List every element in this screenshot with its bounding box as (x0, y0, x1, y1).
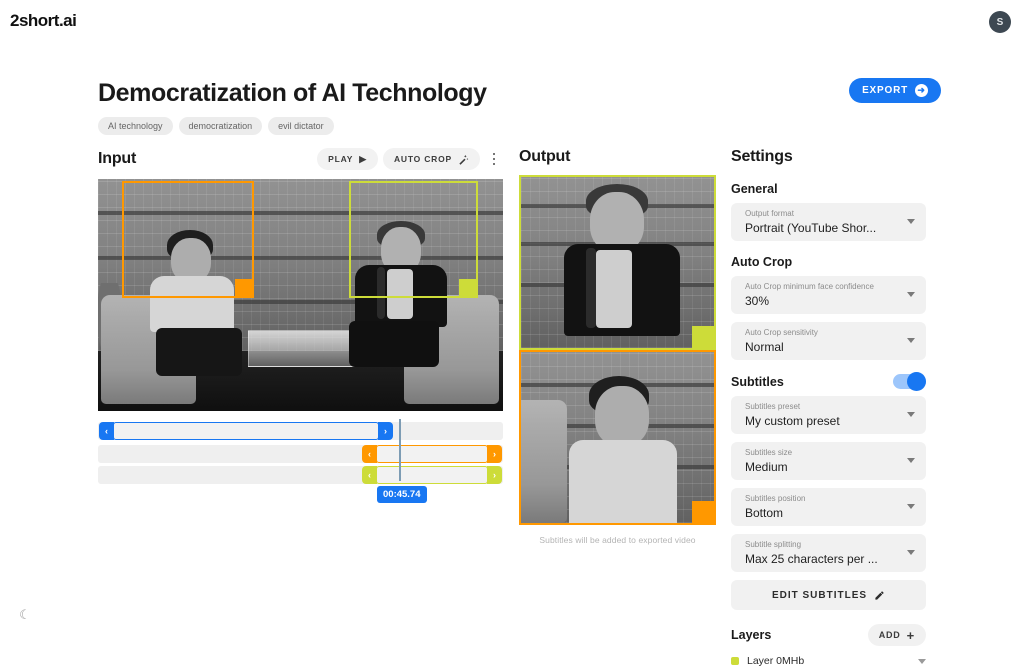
subtitles-toggle[interactable] (893, 374, 926, 389)
edit-subtitles-label: EDIT SUBTITLES (772, 590, 867, 601)
range-grip-right[interactable]: › (487, 445, 502, 463)
input-video-preview[interactable] (98, 179, 503, 411)
field-output-format[interactable]: Output format Portrait (YouTube Shor... (731, 203, 926, 241)
section-general-title: General (731, 182, 926, 196)
settings-heading: Settings (731, 148, 926, 166)
field-value: Portrait (YouTube Shor... (745, 219, 898, 237)
input-header-row: Input PLAY ▶ AUTO CROP (98, 148, 503, 170)
field-value: Max 25 characters per ... (745, 550, 898, 568)
output-caption: Subtitles will be added to exported vide… (519, 535, 716, 545)
timeline-range-main[interactable]: ‹ › (113, 422, 379, 440)
auto-crop-label: AUTO CROP (394, 154, 452, 164)
play-button[interactable]: PLAY ▶ (317, 148, 378, 170)
export-button[interactable]: EXPORT ➜ (849, 78, 941, 103)
section-layers-header: Layers ADD + (731, 624, 926, 646)
tag-list: AI technology democratization evil dicta… (98, 117, 334, 135)
field-value: My custom preset (745, 412, 898, 430)
range-grip-right[interactable]: › (487, 466, 502, 484)
field-label: Subtitles preset (745, 401, 898, 412)
chevron-down-icon (907, 412, 915, 417)
magic-wand-icon (458, 154, 469, 165)
field-value: Normal (745, 338, 898, 356)
kebab-menu-icon[interactable] (485, 148, 503, 170)
field-label: Subtitles position (745, 493, 898, 504)
video-frame (521, 352, 714, 523)
crop-resize-handle[interactable] (459, 279, 478, 298)
page-title: Democratization of AI Technology (98, 79, 487, 108)
play-label: PLAY (328, 154, 353, 164)
timeline[interactable]: ‹ › ‹ › ‹ › 00:45.74 (98, 419, 503, 511)
export-label: EXPORT (862, 85, 908, 96)
output-preview-stack[interactable]: Subtitles will be added to exported vide… (519, 175, 716, 545)
range-grip-right[interactable]: › (378, 422, 393, 440)
layer-color-swatch (731, 657, 739, 665)
range-grip-left[interactable]: ‹ (99, 422, 114, 440)
field-label: Auto Crop minimum face confidence (745, 281, 898, 292)
layer-name: Layer 0MHb (747, 655, 910, 667)
auto-crop-button[interactable]: AUTO CROP (383, 148, 480, 170)
person-right (548, 180, 676, 350)
playhead[interactable] (399, 419, 401, 481)
output-resize-handle[interactable] (692, 501, 714, 523)
chevron-down-icon (907, 219, 915, 224)
current-time-chip: 00:45.74 (377, 486, 427, 503)
section-auto-crop-title: Auto Crop (731, 255, 926, 269)
output-heading: Output (519, 148, 716, 166)
input-actions: PLAY ▶ AUTO CROP (317, 148, 503, 170)
tag-item[interactable]: evil dictator (268, 117, 334, 135)
output-panel: Output (519, 148, 716, 545)
chevron-down-icon (907, 292, 915, 297)
field-value: Bottom (745, 504, 898, 522)
crop-resize-handle[interactable] (235, 279, 254, 298)
output-resize-handle[interactable] (692, 326, 714, 348)
section-subtitles-header: Subtitles (731, 374, 926, 389)
field-value: Medium (745, 458, 898, 476)
field-subtitles-preset[interactable]: Subtitles preset My custom preset (731, 396, 926, 434)
field-label: Subtitle splitting (745, 539, 898, 550)
chevron-down-icon[interactable] (918, 659, 926, 664)
field-face-confidence[interactable]: Auto Crop minimum face confidence 30% (731, 276, 926, 314)
play-triangle-icon: ▶ (359, 154, 367, 165)
pencil-icon (874, 590, 885, 601)
crescent-moon-icon[interactable]: ☾ (14, 604, 36, 626)
section-subtitles-title: Subtitles (731, 375, 784, 389)
field-label: Auto Crop sensitivity (745, 327, 898, 338)
output-preview-top[interactable] (519, 175, 716, 350)
input-panel: Input PLAY ▶ AUTO CROP (98, 148, 503, 511)
chevron-down-icon (907, 504, 915, 509)
edit-subtitles-button[interactable]: EDIT SUBTITLES (731, 580, 926, 610)
field-auto-crop-sensitivity[interactable]: Auto Crop sensitivity Normal (731, 322, 926, 360)
crop-box-left-speaker[interactable] (122, 181, 254, 298)
add-layer-label: ADD (879, 630, 901, 640)
range-grip-left[interactable]: ‹ (362, 445, 377, 463)
field-value: 30% (745, 292, 898, 310)
field-label: Output format (745, 208, 898, 219)
output-preview-bottom[interactable] (519, 350, 716, 525)
chevron-down-icon (907, 458, 915, 463)
field-label: Subtitles size (745, 447, 898, 458)
range-grip-left[interactable]: ‹ (362, 466, 377, 484)
layer-item[interactable]: Layer 0MHb (731, 655, 926, 667)
arrow-right-circle-icon: ➜ (915, 84, 928, 97)
chevron-down-icon (907, 550, 915, 555)
tag-item[interactable]: AI technology (98, 117, 173, 135)
top-bar: 2short.ai S (0, 0, 1024, 42)
add-layer-button[interactable]: ADD + (868, 624, 926, 646)
crop-box-right-speaker[interactable] (349, 181, 478, 298)
tag-item[interactable]: democratization (179, 117, 263, 135)
app-logo[interactable]: 2short.ai (10, 11, 76, 31)
field-subtitles-position[interactable]: Subtitles position Bottom (731, 488, 926, 526)
input-heading: Input (98, 150, 136, 168)
timeline-range-green[interactable]: ‹ › (376, 466, 488, 484)
person-left (567, 366, 687, 525)
avatar[interactable]: S (989, 11, 1011, 33)
field-subtitles-size[interactable]: Subtitles size Medium (731, 442, 926, 480)
timeline-range-orange[interactable]: ‹ › (376, 445, 488, 463)
field-subtitle-splitting[interactable]: Subtitle splitting Max 25 characters per… (731, 534, 926, 572)
video-frame (521, 177, 714, 348)
chevron-down-icon (907, 338, 915, 343)
settings-panel: Settings General Output format Portrait … (731, 148, 926, 667)
